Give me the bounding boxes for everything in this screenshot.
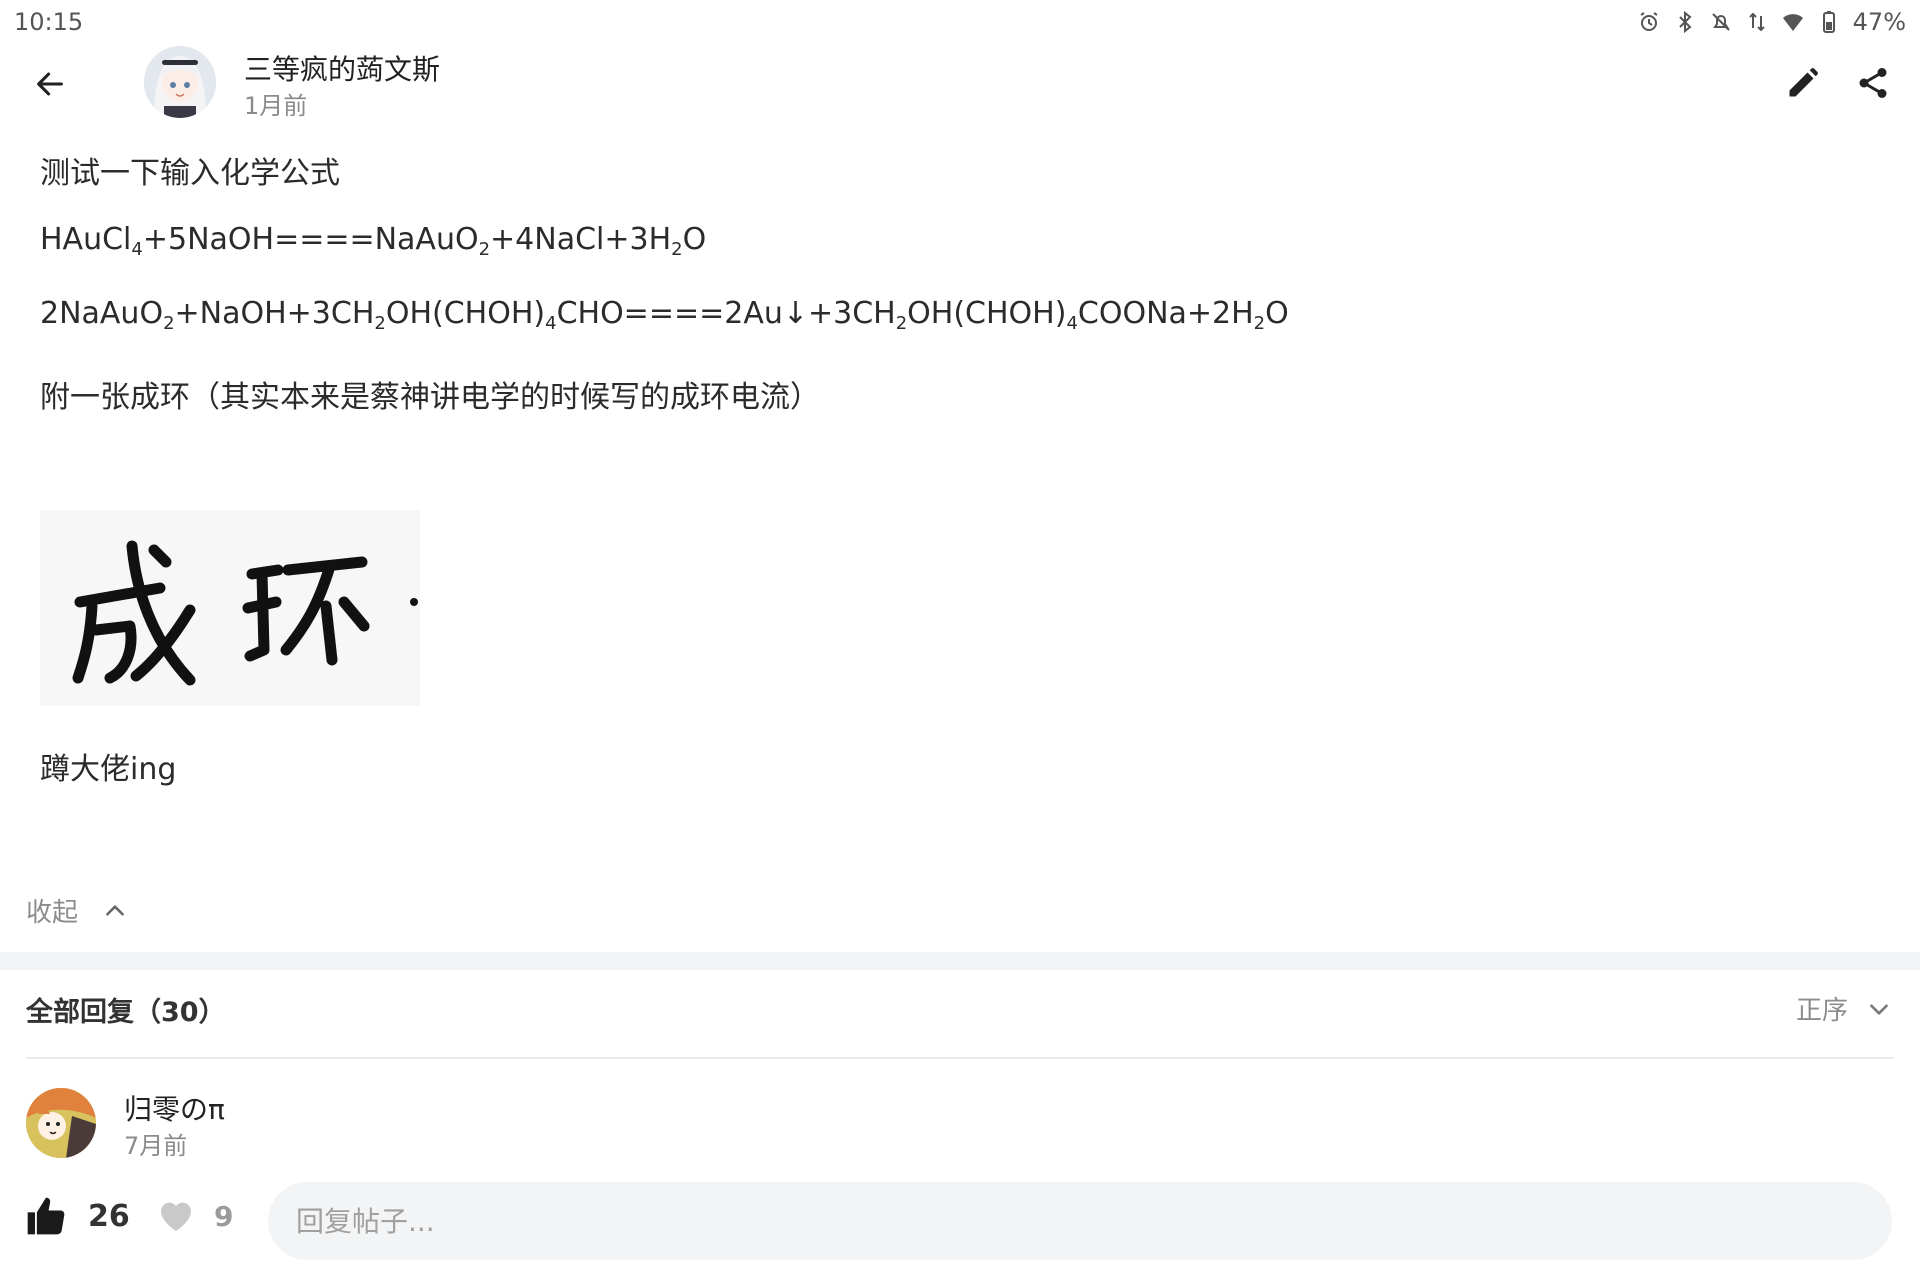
status-icons: 47% — [1637, 8, 1906, 36]
sort-label: 正序 — [1796, 996, 1849, 1026]
eq1-part: HAuCl — [40, 222, 132, 257]
eq2-part: CHO====2Au↓+3CH — [556, 296, 896, 331]
collapse-label: 收起 — [26, 898, 79, 928]
eq1-part: O — [682, 222, 707, 257]
eq1-part: +5NaOH====NaAuO — [142, 222, 479, 257]
chevron-up-icon — [106, 904, 124, 916]
thumbs-up-icon — [27, 1197, 65, 1235]
favorite-count: 9 — [214, 1199, 234, 1233]
post-text-intro: 测试一下输入化学公式 — [40, 156, 340, 191]
eq2-part: 2NaAuO — [40, 296, 164, 331]
post-header: 三等疯的蒟文斯 1月前 — [0, 44, 1920, 122]
eq1-subscript: 2 — [478, 239, 491, 260]
reply-avatar[interactable] — [26, 1088, 96, 1158]
post-text-outro: 蹲大佬ing — [40, 752, 177, 787]
eq2-subscript: 2 — [895, 313, 908, 334]
share-button[interactable] — [1850, 60, 1896, 106]
alarm-icon — [1640, 12, 1658, 31]
post-equation-1: HAuCl4+5NaOH====NaAuO2+4NaCl+3H2O — [40, 222, 706, 260]
post-equation-2: 2NaAuO2+NaOH+3CH2OH(CHOH)4CHO====2Au↓+3C… — [40, 296, 1289, 334]
handwriting-image[interactable] — [40, 510, 420, 706]
share-icon — [1859, 68, 1887, 98]
replies-title: 全部回复（30） — [26, 997, 226, 1028]
eq2-subscript: 2 — [1253, 313, 1266, 334]
edit-button[interactable] — [1780, 60, 1826, 106]
eq2-subscript: 4 — [545, 313, 557, 334]
eq2-part: OH(CHOH) — [385, 296, 546, 331]
heart-icon — [161, 1202, 191, 1231]
battery-icon — [1822, 11, 1835, 33]
replies-divider — [26, 1057, 1894, 1059]
sort-dropdown[interactable]: 正序 — [1796, 990, 1892, 1027]
eq2-part: COONa+2H — [1077, 296, 1254, 331]
back-button[interactable] — [28, 62, 72, 106]
like-count: 26 — [88, 1198, 130, 1234]
author-name[interactable]: 三等疯的蒟文斯 — [244, 48, 440, 88]
eq2-subscript: 2 — [163, 313, 175, 334]
eq1-part: +4NaCl+3H — [490, 222, 672, 257]
favorite-button[interactable]: 9 — [156, 1196, 233, 1236]
status-time: 10:15 — [14, 8, 84, 36]
eq2-part: +NaOH+3CH — [174, 296, 375, 331]
wifi-icon — [1782, 14, 1803, 31]
eq2-subscript: 2 — [374, 313, 386, 334]
eq2-subscript: 4 — [1066, 313, 1078, 334]
eq2-part: O — [1265, 296, 1289, 331]
back-arrow-icon — [37, 72, 63, 96]
post-text-attachment-note: 附一张成环（其实本来是蔡神讲电学的时候写的成环电流） — [40, 380, 820, 415]
bluetooth-icon — [1678, 10, 1692, 34]
status-bar: 10:15 47% — [0, 0, 1920, 44]
post-time: 1月前 — [244, 92, 308, 120]
reply-input[interactable] — [268, 1182, 1892, 1260]
cartoon-fox-avatar-image — [26, 1088, 96, 1158]
anime-girl-avatar-image — [144, 46, 216, 118]
eq1-subscript: 4 — [131, 239, 143, 260]
pencil-icon — [1789, 68, 1818, 97]
collapse-button[interactable]: 收起 — [26, 892, 128, 929]
author-avatar[interactable] — [144, 46, 216, 118]
handwritten-chenghuan-image — [40, 510, 420, 706]
eq1-subscript: 2 — [671, 239, 683, 260]
chevron-down-icon — [1870, 1003, 1888, 1015]
reply-time: 7月前 — [124, 1132, 188, 1160]
battery-level: 47% — [1852, 8, 1906, 36]
data-arrows-icon — [1748, 12, 1765, 32]
like-button[interactable]: 26 — [24, 1194, 130, 1238]
section-divider — [0, 952, 1920, 970]
eq2-part: OH(CHOH) — [907, 296, 1067, 331]
bell-off-icon — [1711, 13, 1730, 31]
reply-author-name[interactable]: 归零のπ — [124, 1088, 225, 1128]
